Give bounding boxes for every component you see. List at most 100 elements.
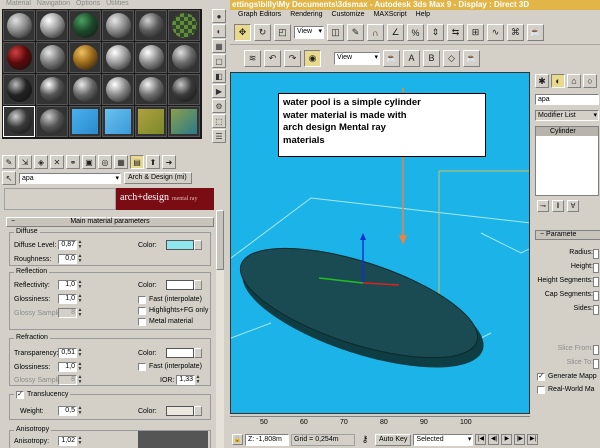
redo-icon[interactable]: ↷ <box>284 49 301 67</box>
real-world-map-checkbox[interactable]: Real-World Ma <box>537 385 595 395</box>
material-slot[interactable] <box>102 10 134 41</box>
get-material-icon[interactable]: ✎ <box>2 155 16 169</box>
percent-snap-icon[interactable]: % <box>407 24 424 41</box>
menu-maxscript[interactable]: MAXScript <box>374 10 407 20</box>
reflection-glossiness-spinner[interactable]: 1,0 <box>58 294 77 304</box>
material-slot[interactable] <box>102 74 134 105</box>
uv-tiling-icon[interactable]: ▢ <box>212 54 226 68</box>
create-tab-icon[interactable]: ✱ <box>535 74 549 88</box>
select-rotate-icon[interactable]: ↻ <box>254 24 271 41</box>
metal-material-checkbox[interactable]: Metal material <box>138 317 193 326</box>
angle-snap-icon[interactable]: ∠ <box>387 24 404 41</box>
video-color-check-icon[interactable]: ◧ <box>212 69 226 83</box>
parameters-rollout[interactable]: − Paramete <box>535 230 600 240</box>
reflection-samples-spinner[interactable]: 8 <box>58 308 77 318</box>
reflection-color-swatch[interactable] <box>166 280 194 290</box>
go-to-end-icon[interactable]: ▶| <box>527 434 539 445</box>
material-navigator-icon[interactable]: ☰ <box>212 129 226 143</box>
material-slot[interactable] <box>168 10 200 41</box>
pivot-center-icon[interactable]: ◫ <box>327 24 344 41</box>
material-slot[interactable] <box>135 42 167 73</box>
cylinder-param-row[interactable]: Height Segments: <box>535 276 599 287</box>
undo-icon[interactable]: ↶ <box>264 49 281 67</box>
material-slot[interactable] <box>135 106 167 137</box>
backlight-icon[interactable]: ◐ <box>212 24 226 38</box>
menu-material[interactable]: Material <box>6 0 31 9</box>
main-material-parameters-rollout[interactable]: − Main material parameters <box>6 217 214 227</box>
material-slot[interactable] <box>36 10 68 41</box>
translucency-color-swatch[interactable] <box>166 406 194 416</box>
material-slot[interactable] <box>69 10 101 41</box>
menu-navigation[interactable]: Navigation <box>37 0 70 9</box>
cylinder-param-row[interactable]: Slice From: <box>535 344 599 355</box>
spinner-arrows-icon[interactable]: ▲ ▼ <box>77 406 83 416</box>
next-frame-icon[interactable]: |▶ <box>514 434 526 445</box>
checkbox-icon[interactable]: ✓ <box>537 373 545 381</box>
spinner-arrows-icon[interactable]: ▲ ▼ <box>77 436 83 446</box>
select-by-material-icon[interactable]: ⬚ <box>212 114 226 128</box>
cylinder-param-row[interactable]: Radius: <box>535 248 599 259</box>
lock-icon[interactable]: 🔒 <box>232 434 243 445</box>
reflection-map-button[interactable] <box>194 280 202 290</box>
generate-mapping-checkbox[interactable]: ✓ Generate Mapp <box>537 372 597 382</box>
diffuse-color-swatch[interactable] <box>166 240 194 250</box>
show-map-icon[interactable]: ▦ <box>114 155 128 169</box>
snap-icon[interactable]: ∩ <box>367 24 384 41</box>
checkbox-icon[interactable] <box>138 317 146 326</box>
roughness-spinner[interactable]: 0,0 <box>58 254 77 264</box>
pick-material-icon[interactable]: ↖ <box>2 171 16 185</box>
assign-icon[interactable]: ◈ <box>34 155 48 169</box>
background-icon[interactable]: ▦ <box>212 39 226 53</box>
menu-help[interactable]: Help <box>416 10 430 20</box>
material-slot[interactable] <box>168 42 200 73</box>
material-slot[interactable] <box>3 42 35 73</box>
material-slot[interactable] <box>168 74 200 105</box>
region-select-icon[interactable]: ◇ <box>443 49 460 67</box>
diffuse-map-button[interactable] <box>194 240 202 250</box>
menu-customize[interactable]: Customize <box>332 10 365 20</box>
spinner-arrows-icon[interactable]: ▲ ▼ <box>195 375 201 385</box>
make-preview-icon[interactable]: ▶ <box>212 84 226 98</box>
material-slot[interactable] <box>36 106 68 137</box>
anisotropy-spinner[interactable]: 1,02 <box>58 436 77 446</box>
material-name-field[interactable]: apa <box>19 172 121 184</box>
menu-utilities[interactable]: Utilities <box>106 0 129 9</box>
material-slot[interactable] <box>135 10 167 41</box>
mirror-icon[interactable]: ⇆ <box>447 24 464 41</box>
make-unique-icon[interactable]: ∀ <box>567 200 579 212</box>
modify-tab-icon[interactable]: ◐ <box>551 74 565 88</box>
checkbox-icon[interactable] <box>138 362 146 371</box>
material-slot[interactable] <box>3 10 35 41</box>
previous-frame-icon[interactable]: ◀| <box>488 434 500 445</box>
quick-render-icon[interactable]: ☕ <box>463 49 480 67</box>
motion-tab-icon[interactable]: ○ <box>583 74 597 88</box>
material-slot[interactable] <box>69 74 101 105</box>
menu-graph-editors[interactable]: Graph Editors <box>238 10 281 20</box>
refraction-fast-checkbox[interactable]: Fast (interpolate) <box>138 362 202 371</box>
view-dropdown[interactable]: View <box>334 51 380 65</box>
pin-stack-icon[interactable]: ⊸ <box>537 200 549 212</box>
reflectivity-spinner[interactable]: 1,0 <box>58 280 77 290</box>
key-icon[interactable]: ⚷ <box>357 434 373 445</box>
checkbox-icon[interactable] <box>537 386 545 394</box>
make-unique-icon[interactable]: ⚭ <box>66 155 80 169</box>
curve-editor-icon[interactable]: ∿ <box>487 24 504 41</box>
cylinder-param-row[interactable]: Height: <box>535 262 599 273</box>
ior-spinner[interactable]: 1,33 <box>176 375 195 385</box>
reflection-fast-checkbox[interactable]: Fast (interpolate) <box>138 295 202 304</box>
select-by-name-icon[interactable]: B <box>423 49 440 67</box>
transparency-spinner[interactable]: 0,51 <box>58 348 77 358</box>
material-editor-scrollbar[interactable] <box>216 210 224 448</box>
go-to-start-icon[interactable]: |◀ <box>475 434 487 445</box>
show-end-icon[interactable]: ▤ <box>130 155 144 169</box>
material-slot[interactable] <box>69 42 101 73</box>
show-end-result-icon[interactable]: ‖ <box>552 200 564 212</box>
play-icon[interactable]: ▶ <box>501 434 513 445</box>
named-selection-icon[interactable]: A <box>403 49 420 67</box>
menu-rendering[interactable]: Rendering <box>290 10 322 20</box>
checkbox-icon[interactable] <box>138 295 146 304</box>
spinner-arrows-icon[interactable]: ▲ ▼ <box>77 280 83 290</box>
selection-set-dropdown[interactable]: Selected <box>413 433 474 446</box>
cylinder-param-row[interactable]: Cap Segments: <box>535 290 599 301</box>
select-move-icon[interactable]: ✥ <box>234 24 251 41</box>
